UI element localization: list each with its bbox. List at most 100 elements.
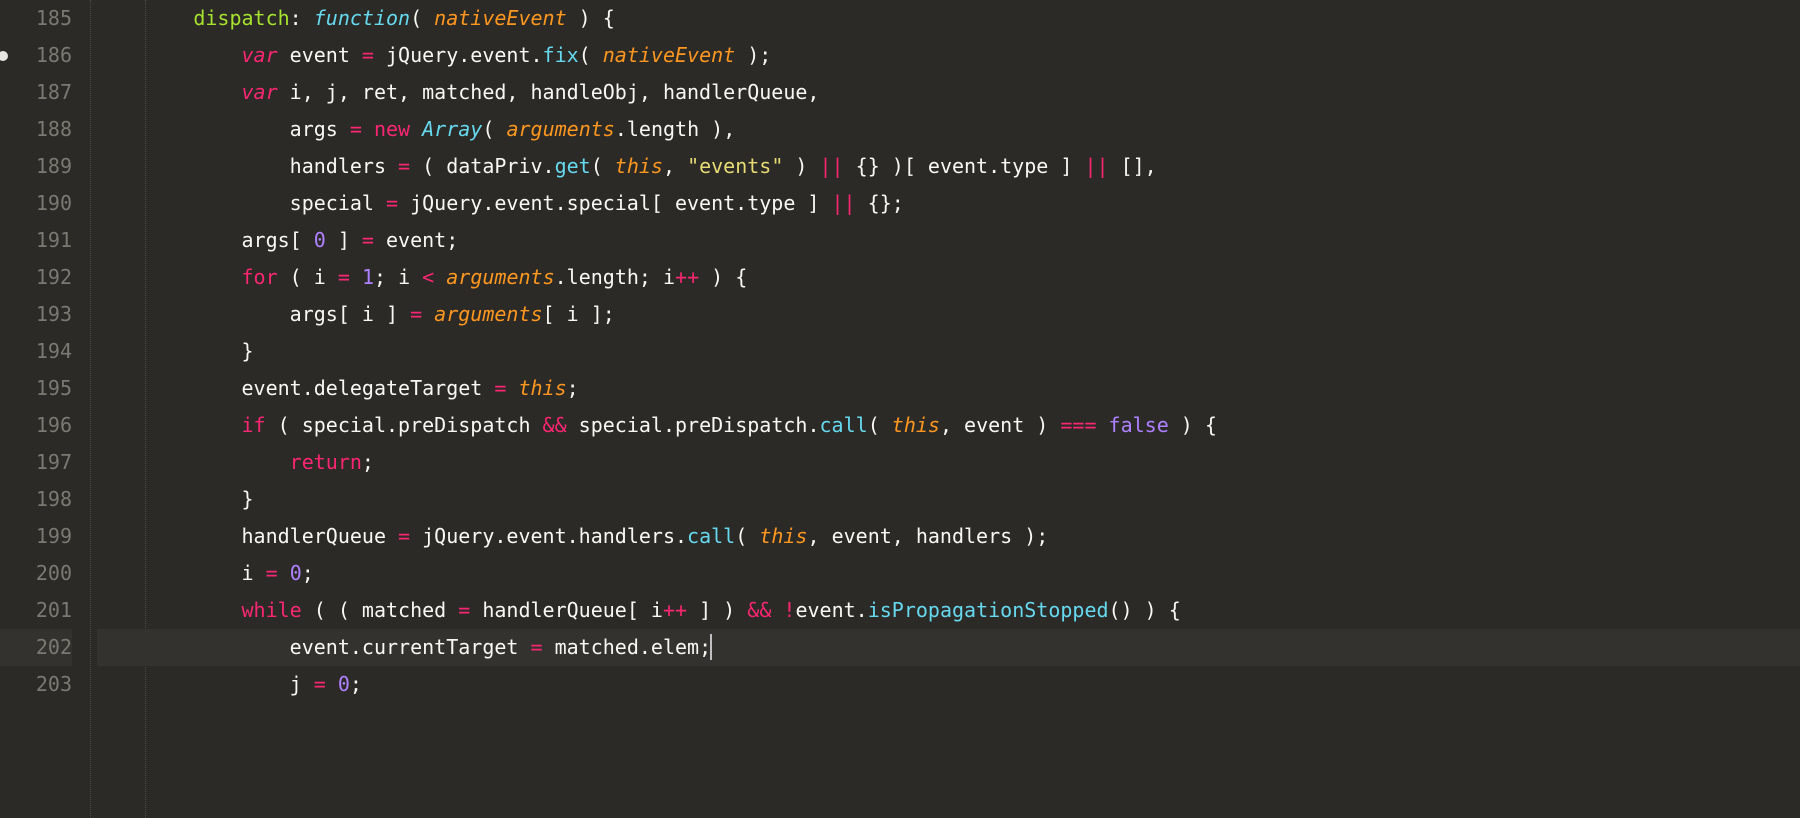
code-token: || (832, 191, 856, 215)
code-token: = (350, 117, 362, 141)
code-token: special (290, 191, 386, 215)
code-token: args (290, 117, 350, 141)
line-number[interactable]: 202 (0, 629, 72, 666)
code-token: function (314, 6, 410, 30)
code-token: = (410, 302, 422, 326)
code-line[interactable]: handlerQueue = jQuery.event.handlers.cal… (97, 518, 1800, 555)
code-token: || (820, 154, 844, 178)
code-line[interactable]: while ( ( matched = handlerQueue[ i++ ] … (97, 592, 1800, 629)
code-area[interactable]: dispatch: function( nativeEvent ) { var … (90, 0, 1800, 818)
code-line[interactable]: j = 0; (97, 666, 1800, 703)
code-token: = (314, 672, 326, 696)
line-number[interactable]: 203 (0, 666, 72, 703)
code-token: event (278, 43, 362, 67)
line-number[interactable]: 199 (0, 518, 72, 555)
code-line[interactable]: var event = jQuery.event.fix( nativeEven… (97, 37, 1800, 74)
line-number[interactable]: 189 (0, 148, 72, 185)
code-token: event. (795, 598, 867, 622)
code-token: ) { (699, 265, 747, 289)
code-token: dispatch (193, 6, 289, 30)
code-token: ] ) (687, 598, 747, 622)
line-number[interactable]: 196 (0, 407, 72, 444)
code-token: new (374, 117, 410, 141)
code-token: ) { (1169, 413, 1217, 437)
code-token: ) { (567, 6, 615, 30)
code-line[interactable]: return; (97, 444, 1800, 481)
code-line[interactable]: i = 0; (97, 555, 1800, 592)
line-number[interactable]: 188 (0, 111, 72, 148)
line-number[interactable]: 191 (0, 222, 72, 259)
code-line[interactable]: handlers = ( dataPriv.get( this, "events… (97, 148, 1800, 185)
line-number[interactable]: 185 (0, 0, 72, 37)
code-token (434, 265, 446, 289)
line-number[interactable]: 197 (0, 444, 72, 481)
code-token: ; (302, 561, 314, 585)
code-token: event.currentTarget (290, 635, 531, 659)
code-token: handlerQueue (242, 524, 399, 548)
line-number[interactable]: 195 (0, 370, 72, 407)
code-token: = (338, 265, 350, 289)
code-token: i (242, 561, 266, 585)
code-line[interactable]: if ( special.preDispatch && special.preD… (97, 407, 1800, 444)
code-token: [], (1109, 154, 1157, 178)
code-token: ; i (374, 265, 422, 289)
line-number[interactable]: 201 (0, 592, 72, 629)
code-token: = (398, 524, 410, 548)
line-number-gutter[interactable]: 1851861871881891901911921931941951961971… (0, 0, 90, 818)
code-token: {}; (856, 191, 904, 215)
code-line[interactable]: } (97, 333, 1800, 370)
code-token: arguments (446, 265, 554, 289)
code-line[interactable]: } (97, 481, 1800, 518)
code-token: jQuery.event.special[ event.type ] (398, 191, 831, 215)
code-token (326, 672, 338, 696)
code-token: = (266, 561, 278, 585)
code-token: jQuery.event.handlers. (410, 524, 687, 548)
code-token (278, 561, 290, 585)
code-token: get (555, 154, 591, 178)
code-token: this (759, 524, 807, 548)
code-line[interactable]: for ( i = 1; i < arguments.length; i++ )… (97, 259, 1800, 296)
code-token: = (458, 598, 470, 622)
line-number[interactable]: 187 (0, 74, 72, 111)
code-line[interactable]: dispatch: function( nativeEvent ) { (97, 0, 1800, 37)
code-token: } (242, 487, 254, 511)
code-token: args[ (242, 228, 314, 252)
code-token: .length; i (555, 265, 675, 289)
line-number[interactable]: 190 (0, 185, 72, 222)
code-token: ++ (663, 598, 687, 622)
code-line[interactable]: special = jQuery.event.special[ event.ty… (97, 185, 1800, 222)
code-token: for (242, 265, 278, 289)
code-token: ( (591, 154, 615, 178)
line-number[interactable]: 198 (0, 481, 72, 518)
code-token: === (1060, 413, 1096, 437)
code-token: = (386, 191, 398, 215)
line-number[interactable]: 194 (0, 333, 72, 370)
code-line[interactable]: event.delegateTarget = this; (97, 370, 1800, 407)
line-number[interactable]: 200 (0, 555, 72, 592)
code-token: 0 (290, 561, 302, 585)
code-line[interactable]: var i, j, ret, matched, handleObj, handl… (97, 74, 1800, 111)
code-editor[interactable]: 1851861871881891901911921931941951961971… (0, 0, 1800, 818)
code-token: = (494, 376, 506, 400)
code-token: var (242, 80, 278, 104)
code-token: 0 (338, 672, 350, 696)
code-token: return (290, 450, 362, 474)
code-token: ( (579, 43, 603, 67)
code-token: = (398, 154, 410, 178)
code-token: , event ) (940, 413, 1060, 437)
code-token: j (290, 672, 314, 696)
code-token: = (362, 43, 374, 67)
code-token: nativeEvent (603, 43, 735, 67)
code-line[interactable]: args[ 0 ] = event; (97, 222, 1800, 259)
code-line[interactable]: event.currentTarget = matched.elem; (97, 629, 1800, 666)
code-line[interactable]: args = new Array( arguments.length ), (97, 111, 1800, 148)
code-token: && (543, 413, 567, 437)
line-number[interactable]: 193 (0, 296, 72, 333)
line-number[interactable]: 186 (0, 37, 72, 74)
code-token: 0 (314, 228, 326, 252)
code-line[interactable]: args[ i ] = arguments[ i ]; (97, 296, 1800, 333)
code-token (350, 265, 362, 289)
line-number[interactable]: 192 (0, 259, 72, 296)
code-token: ; (362, 450, 374, 474)
text-cursor (710, 634, 712, 660)
